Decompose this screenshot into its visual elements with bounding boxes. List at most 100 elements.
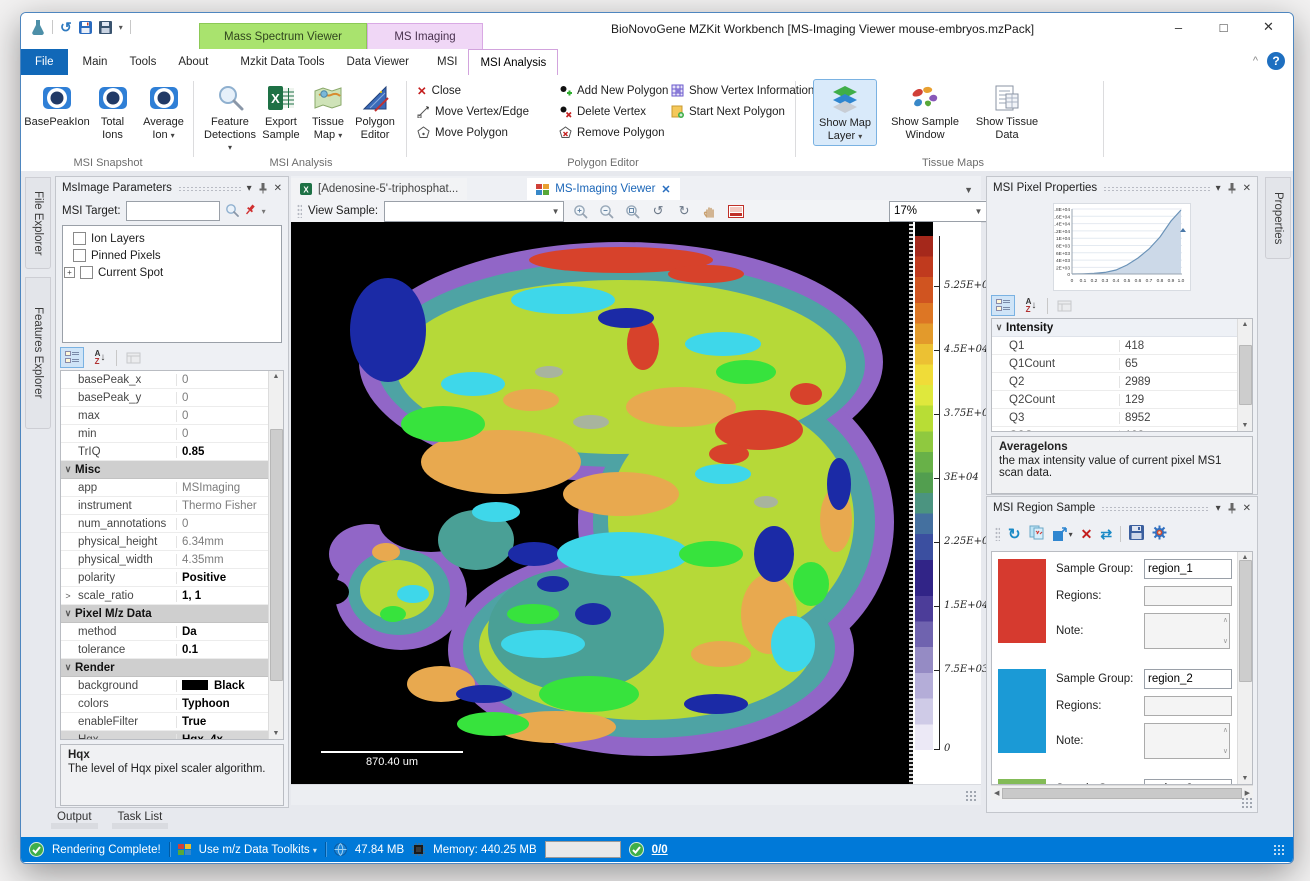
average-ion-button[interactable]: Average Ion ▾ <box>140 79 187 144</box>
checkbox[interactable] <box>80 266 93 279</box>
intensity-row[interactable]: Q2Count129 <box>992 391 1237 409</box>
sample-group-input[interactable] <box>1144 669 1232 689</box>
tab-main[interactable]: Main <box>72 49 119 75</box>
zoom-level-combobox[interactable]: ▼ <box>889 201 987 222</box>
property-row[interactable]: enableFilterTrue <box>61 713 268 731</box>
scroll-down-arrow[interactable]: ▼ <box>1242 775 1249 782</box>
tab-about[interactable]: About <box>167 49 219 75</box>
vertical-scrollbar[interactable]: ▲ ▼ <box>1237 552 1252 784</box>
property-row[interactable]: physical_height6.34mm <box>61 533 268 551</box>
close-panel-button[interactable]: ✕ <box>1243 183 1251 194</box>
categorized-view-icon[interactable] <box>60 347 84 368</box>
resize-grip[interactable] <box>965 790 977 802</box>
feature-detections-button[interactable]: Feature Detections ▾ <box>203 79 257 157</box>
combo-value[interactable] <box>385 205 548 217</box>
alphabetical-sort-icon[interactable]: AZ↓ <box>1019 295 1043 316</box>
intensity-row[interactable]: Q1418 <box>992 337 1237 355</box>
maximize-button[interactable]: □ <box>1201 13 1246 41</box>
property-row[interactable]: max0 <box>61 407 268 425</box>
scroll-up-arrow[interactable]: ▲ <box>273 373 280 380</box>
property-row[interactable]: basePeak_x0 <box>61 371 268 389</box>
property-row[interactable]: min0 <box>61 425 268 443</box>
sample-group-input[interactable] <box>1144 779 1232 785</box>
scroll-up-arrow[interactable]: ▲ <box>1242 321 1249 328</box>
tree-item-pinned-pixels[interactable]: Pinned Pixels <box>73 247 279 264</box>
tab-tools[interactable]: Tools <box>118 49 167 75</box>
export-sample-button[interactable]: X Export Sample <box>257 79 305 157</box>
msi-image-canvas[interactable]: 870.40 um <box>291 222 909 784</box>
show-map-layer-button[interactable]: Show Map Layer ▾ <box>813 79 877 146</box>
screenshot-icon[interactable] <box>726 202 746 220</box>
scroll-left-arrow[interactable]: ◀ <box>994 790 999 797</box>
tab-task-list[interactable]: Task List <box>112 811 169 829</box>
region-color-swatch[interactable] <box>998 669 1046 753</box>
tab-msi-analysis[interactable]: MSI Analysis <box>468 49 558 75</box>
pin-icon[interactable] <box>1227 502 1237 514</box>
collapse-ribbon-button[interactable]: ^ <box>1253 55 1258 67</box>
property-row[interactable]: methodDa <box>61 623 268 641</box>
category-row[interactable]: ∨Render <box>61 659 268 677</box>
window-position-menu-button[interactable]: ▾ <box>1216 503 1221 514</box>
search-icon[interactable] <box>225 203 239 220</box>
statusbar-resize-grip[interactable] <box>1273 844 1285 856</box>
tab-data-viewer[interactable]: Data Viewer <box>336 49 420 75</box>
property-row[interactable]: >scale_ratio1, 1 <box>61 587 268 605</box>
tree-item-ion-layers[interactable]: Ion Layers <box>73 230 279 247</box>
polygon-editor-button[interactable]: Polygon Editor <box>351 79 399 157</box>
regions-box[interactable] <box>1144 696 1232 716</box>
regions-box[interactable] <box>1144 586 1232 606</box>
region-color-swatch[interactable] <box>998 779 1046 785</box>
gear-icon[interactable] <box>1152 525 1167 543</box>
tab-mzkit-data-tools[interactable]: Mzkit Data Tools <box>229 49 335 75</box>
total-ions-button[interactable]: Total Ions <box>89 79 136 144</box>
note-down-arrow[interactable]: ∨ <box>1223 748 1228 755</box>
undo-button[interactable]: ↺ <box>60 20 72 34</box>
intensity-row[interactable]: Q3Count193 <box>992 427 1237 432</box>
extract-sample-icon[interactable] <box>1029 525 1044 543</box>
tab-output[interactable]: Output <box>51 811 98 829</box>
tab-file[interactable]: File <box>21 49 68 75</box>
property-row[interactable]: instrumentThermo Fisher <box>61 497 268 515</box>
tree-item-current-spot[interactable]: +Current Spot <box>64 264 279 281</box>
sync-icon[interactable]: ⇄ <box>1100 526 1112 543</box>
intensity-row[interactable]: Q1Count65 <box>992 355 1237 373</box>
add-new-polygon-button[interactable]: Add New Polygon <box>559 80 668 101</box>
tab-msi[interactable]: MSI <box>426 49 468 75</box>
tissue-map-button[interactable]: Tissue Map ▾ <box>305 79 351 157</box>
note-up-arrow[interactable]: ∧ <box>1223 727 1228 734</box>
property-row[interactable]: basePeak_y0 <box>61 389 268 407</box>
expander-icon[interactable]: > <box>61 587 75 604</box>
property-row[interactable]: physical_width4.35mm <box>61 551 268 569</box>
task-count-link[interactable]: 0/0 <box>652 844 668 856</box>
sidebar-tab-features-explorer[interactable]: Features Explorer <box>25 277 51 429</box>
property-row[interactable]: num_annotations0 <box>61 515 268 533</box>
vertical-scrollbar[interactable]: ▲ ▼ <box>1237 319 1252 431</box>
window-position-menu-button[interactable]: ▾ <box>247 183 252 194</box>
start-next-polygon-button[interactable]: Start Next Polygon <box>671 101 814 122</box>
note-box[interactable]: ∧∨ <box>1144 723 1230 759</box>
category-row[interactable]: ∨Pixel M/z Data <box>61 605 268 623</box>
alphabetical-sort-icon[interactable]: AZ↓ <box>88 347 112 368</box>
toolbar-overflow-icon[interactable]: ▾ <box>262 207 266 216</box>
scroll-thumb[interactable] <box>270 429 283 681</box>
close-button[interactable]: ✕ <box>1246 13 1291 41</box>
delete-vertex-button[interactable]: Delete Vertex <box>559 101 668 122</box>
expander-icon[interactable]: + <box>64 267 75 278</box>
show-tissue-data-button[interactable]: Show Tissue Data <box>973 79 1041 146</box>
region-color-swatch[interactable] <box>998 559 1046 643</box>
category-row[interactable]: ∨Intensity <box>992 319 1237 337</box>
show-vertex-information-button[interactable]: Show Vertex Information <box>671 80 814 101</box>
zoom-value[interactable] <box>890 205 971 217</box>
note-down-arrow[interactable]: ∨ <box>1223 638 1228 645</box>
document-tab-ms-imaging-viewer[interactable]: MS-Imaging Viewer ✕ <box>527 178 679 200</box>
window-position-menu-button[interactable]: ▾ <box>1216 183 1221 194</box>
show-sample-window-button[interactable]: Show Sample Window <box>885 79 965 146</box>
delete-region-icon[interactable]: ✕ <box>1081 526 1093 543</box>
close-panel-button[interactable]: ✕ <box>1243 503 1251 514</box>
pan-hand-icon[interactable] <box>700 202 720 220</box>
close-tab-icon[interactable]: ✕ <box>661 183 670 196</box>
scroll-thumb[interactable] <box>1239 345 1252 405</box>
property-row[interactable]: appMSImaging <box>61 479 268 497</box>
refresh-icon[interactable]: ↻ <box>1008 525 1021 543</box>
msi-target-input[interactable] <box>126 201 220 221</box>
